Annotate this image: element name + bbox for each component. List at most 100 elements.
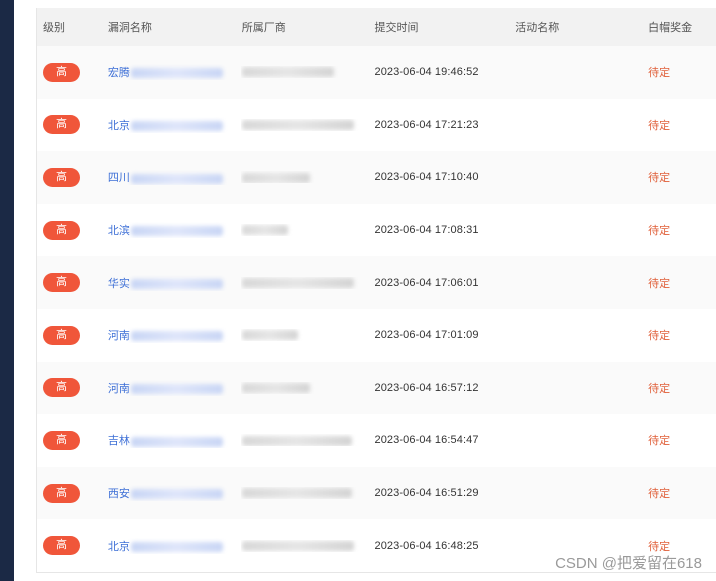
table-row[interactable]: 高 吉林 2023-06-04 16:54:47 待定 — [37, 414, 716, 467]
bounty-status: 待定 — [648, 172, 671, 185]
submit-time-cell: 2023-06-04 16:51:29 — [374, 487, 515, 499]
severity-badge: 高 — [43, 378, 80, 398]
bounty-status: 待定 — [648, 435, 671, 448]
submit-time-cell: 2023-06-04 17:10:40 — [374, 171, 515, 183]
vendor-cell — [241, 329, 374, 341]
redacted-vendor — [241, 540, 354, 551]
vendor-cell — [241, 382, 374, 394]
level-cell: 高 — [37, 115, 107, 135]
vuln-name-link[interactable]: 河南 — [108, 330, 130, 342]
submit-time: 2023-06-04 16:57:12 — [374, 381, 479, 394]
severity-badge: 高 — [43, 536, 80, 556]
redacted-vuln-name — [130, 226, 223, 237]
vuln-name-link[interactable]: 西安 — [108, 488, 130, 500]
bounty-status: 待定 — [648, 540, 671, 553]
vendor-cell — [241, 277, 374, 289]
bounty-cell: 待定 — [648, 169, 716, 185]
severity-badge: 高 — [43, 273, 80, 293]
submit-time: 2023-06-04 16:54:47 — [374, 434, 479, 447]
vuln-name-link[interactable]: 北滨 — [108, 225, 130, 237]
submit-time-cell: 2023-06-04 16:57:12 — [374, 382, 515, 394]
submit-time: 2023-06-04 17:06:01 — [374, 276, 479, 289]
header-activity[interactable]: 活动名称 — [514, 19, 648, 35]
bounty-status: 待定 — [648, 119, 671, 132]
level-cell: 高 — [37, 378, 107, 398]
severity-badge: 高 — [43, 115, 80, 135]
vuln-name-link[interactable]: 吉林 — [108, 435, 130, 447]
bounty-cell: 待定 — [648, 275, 716, 291]
submit-time: 2023-06-04 17:10:40 — [374, 171, 479, 184]
vuln-name-cell: 河南 — [107, 327, 241, 343]
vendor-cell — [241, 434, 374, 446]
vuln-name-cell: 河南 — [107, 380, 241, 396]
submit-time: 2023-06-04 17:01:09 — [374, 329, 479, 342]
level-cell: 高 — [37, 483, 107, 503]
table-body: 高宏腾 2023-06-04 19:46:52 待定高北京 2023-06-04 17… — [37, 46, 716, 572]
severity-badge: 高 — [43, 62, 80, 82]
table-row[interactable]: 高 北京 2023-06-04 17:21:23 待定 — [37, 98, 716, 152]
vuln-name-cell: 北滨 — [107, 222, 241, 238]
bounty-status: 待定 — [648, 225, 671, 238]
redacted-vendor — [241, 330, 298, 341]
bounty-status: 待定 — [648, 277, 671, 290]
watermark: CSDN @把爱留在618 — [555, 555, 702, 572]
table-row[interactable]: 高 宏腾 2023-06-04 19:46:52 待定 — [37, 46, 716, 99]
bounty-status: 待定 — [648, 382, 671, 395]
severity-badge: 高 — [43, 430, 80, 450]
bounty-cell: 待定 — [648, 222, 716, 238]
redacted-vuln-name — [130, 120, 223, 131]
submit-time: 2023-06-04 17:08:31 — [374, 224, 479, 237]
bounty-cell: 待定 — [648, 64, 716, 80]
vendor-cell — [241, 171, 374, 183]
vuln-name-cell: 宏腾 — [107, 64, 241, 80]
table-row[interactable]: 高 西安 2023-06-04 16:51:29 待定 — [37, 466, 716, 520]
submit-time-cell: 2023-06-04 17:08:31 — [374, 224, 515, 236]
left-sidebar — [0, 0, 14, 581]
header-level[interactable]: 级别 — [37, 19, 107, 35]
bounty-cell: 待定 — [648, 485, 716, 501]
vuln-name-link[interactable]: 北京 — [108, 541, 130, 553]
bounty-cell: 待定 — [648, 117, 716, 133]
redacted-vuln-name — [130, 278, 223, 289]
redacted-vuln-name — [130, 541, 223, 552]
submit-time: 2023-06-04 16:48:25 — [374, 539, 479, 552]
vendor-cell — [241, 66, 374, 78]
table-row[interactable]: 高 河南 2023-06-04 17:01:09 待定 — [37, 308, 716, 362]
vuln-name-link[interactable]: 四川 — [108, 172, 130, 184]
level-cell: 高 — [37, 62, 107, 82]
vuln-name-cell: 四川 — [107, 169, 241, 185]
table-row[interactable]: 高 四川 2023-06-04 17:10:40 待定 — [37, 151, 716, 204]
redacted-vendor — [241, 172, 310, 183]
level-cell: 高 — [37, 167, 107, 187]
vuln-name-link[interactable]: 河南 — [108, 383, 130, 395]
header-bounty[interactable]: 白帽奖金 — [648, 19, 716, 35]
redacted-vuln-name — [130, 489, 223, 500]
table-row[interactable]: 高 北滨 2023-06-04 17:08:31 待定 — [37, 203, 716, 257]
submit-time: 2023-06-04 19:46:52 — [374, 66, 479, 79]
level-cell: 高 — [37, 536, 107, 556]
redacted-vuln-name — [130, 383, 223, 394]
redacted-vendor — [241, 277, 354, 288]
submit-time: 2023-06-04 17:21:23 — [374, 118, 479, 131]
vuln-name-cell: 华实 — [107, 275, 241, 291]
header-vuln-name[interactable]: 漏洞名称 — [107, 19, 241, 35]
redacted-vuln-name — [130, 436, 223, 447]
page-gutter — [14, 0, 36, 581]
table-row[interactable]: 高 华实 2023-06-04 17:06:01 待定 — [37, 256, 716, 309]
vuln-name-cell: 西安 — [107, 485, 241, 501]
level-cell: 高 — [37, 273, 107, 293]
submit-time-cell: 2023-06-04 17:21:23 — [374, 119, 515, 131]
header-vendor[interactable]: 所属厂商 — [241, 19, 374, 35]
bounty-status: 待定 — [648, 330, 671, 343]
vuln-name-link[interactable]: 宏腾 — [108, 67, 130, 79]
header-submit-time[interactable]: 提交时间 — [374, 19, 515, 35]
submit-time-cell: 2023-06-04 16:48:25 — [374, 540, 515, 552]
level-cell: 高 — [37, 220, 107, 240]
vuln-name-cell: 北京 — [107, 117, 241, 133]
redacted-vuln-name — [130, 331, 223, 342]
submit-time-cell: 2023-06-04 17:06:01 — [374, 277, 515, 289]
vuln-name-link[interactable]: 北京 — [108, 120, 130, 132]
bounty-cell: 待定 — [648, 380, 716, 396]
vuln-name-link[interactable]: 华实 — [108, 278, 130, 290]
table-row[interactable]: 高 河南 2023-06-04 16:57:12 待定 — [37, 361, 716, 415]
